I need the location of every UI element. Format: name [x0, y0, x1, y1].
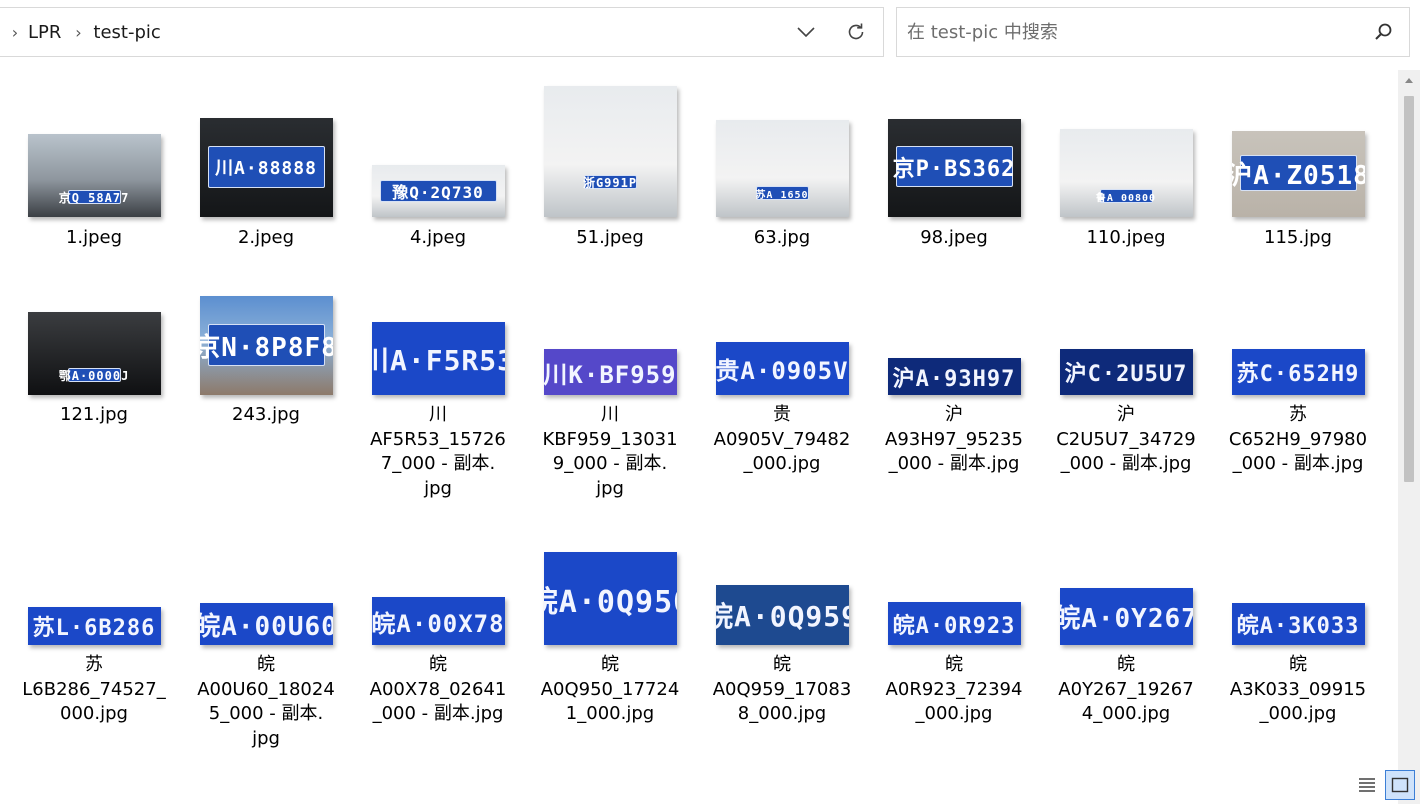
- chevron-right-icon[interactable]: ›: [8, 23, 22, 42]
- file-thumbnail: 皖A·00U60: [199, 603, 333, 645]
- file-name: 皖 A00X78_02641 _000 - 副本.jpg: [369, 654, 507, 724]
- search-button[interactable]: [1371, 20, 1395, 44]
- breadcrumb-item-lpr[interactable]: LPR: [28, 22, 61, 43]
- plate-text: 皖A·0Y267: [1059, 604, 1193, 634]
- vertical-scrollbar[interactable]: [1398, 70, 1420, 804]
- address-bar[interactable]: › LPR › test-pic: [0, 7, 884, 57]
- file-thumbnail: 皖A·0Y267: [1059, 588, 1193, 645]
- file-item[interactable]: 皖A·0Q950 皖 A0Q950_17724 1_000.jpg: [526, 70, 694, 804]
- chevron-right-icon[interactable]: ›: [71, 23, 85, 42]
- search-icon: [1375, 23, 1392, 40]
- file-thumbnail: 皖A·0Q950: [543, 552, 677, 645]
- plate-text: 皖A·0Q959: [715, 600, 849, 633]
- file-thumbnail: 皖A·00X78: [371, 597, 505, 645]
- scrollbar-thumb[interactable]: [1404, 96, 1414, 482]
- list-view-icon: [1359, 778, 1375, 792]
- file-explorer-window: › LPR › test-pic 京Q 58A771.jpeg川A·888882…: [0, 0, 1420, 804]
- plate-text: 皖A·0R923: [892, 613, 1016, 639]
- file-name: 苏 L6B286_74527_ 000.jpg: [22, 654, 166, 724]
- file-item[interactable]: 皖A·00U60 皖 A00U60_18024 5_000 - 副本. jpg: [182, 70, 350, 804]
- thumbnail-frame: 皖A·0Q950: [526, 70, 694, 645]
- file-thumbnail: 皖A·0R923: [887, 602, 1021, 645]
- file-name: 皖 A0Q959_17083 8_000.jpg: [712, 654, 852, 724]
- plate-text: 苏L·6B286: [32, 616, 156, 641]
- file-name: 皖 A3K033_09915 _000.jpg: [1229, 654, 1367, 724]
- file-item[interactable]: 皖A·0R923 皖 A0R923_72394 _000.jpg: [870, 70, 1038, 804]
- file-item[interactable]: 苏L·6B286 苏 L6B286_74527_ 000.jpg: [10, 70, 178, 804]
- refresh-icon: [848, 23, 864, 40]
- breadcrumb-item-test-pic[interactable]: test-pic: [93, 22, 160, 43]
- thumbnail-frame: 皖A·0Q959: [698, 70, 866, 645]
- search-box: [896, 7, 1410, 57]
- file-thumbnail: 苏L·6B286: [27, 607, 161, 645]
- plate-text: 皖A·00U60: [199, 611, 333, 642]
- thumbnail-frame: 皖A·0R923: [870, 70, 1038, 645]
- details-view-button[interactable]: [1352, 770, 1382, 800]
- file-grid: 京Q 58A77 1.jpeg 川A·88888 2.jpeg 豫Q·2Q730 4.jp…: [10, 70, 1386, 804]
- thumbnail-frame: 皖A·00U60: [182, 70, 350, 645]
- thumbnail-view-icon: [1391, 777, 1409, 793]
- large-icons-view-button[interactable]: [1385, 770, 1415, 800]
- search-input[interactable]: [907, 18, 1357, 46]
- file-item[interactable]: 皖A·0Y267 皖 A0Y267_19267 4_000.jpg: [1042, 70, 1210, 804]
- file-thumbnail: 皖A·3K033: [1231, 603, 1365, 645]
- thumbnail-frame: 皖A·00X78: [354, 70, 522, 645]
- file-item[interactable]: 皖A·00X78 皖 A00X78_02641 _000 - 副本.jpg: [354, 70, 522, 804]
- plate-text: 皖A·0Q950: [544, 584, 677, 620]
- refresh-button[interactable]: [836, 8, 876, 56]
- file-item[interactable]: 皖A·3K033 皖 A3K033_09915 _000.jpg: [1214, 70, 1382, 804]
- thumbnail-frame: 苏L·6B286: [10, 70, 178, 645]
- file-name: 皖 A0R923_72394 _000.jpg: [885, 654, 1023, 724]
- chevron-down-icon: [797, 27, 815, 37]
- thumbnail-frame: 皖A·0Y267: [1042, 70, 1210, 645]
- history-dropdown-button[interactable]: [786, 8, 826, 56]
- file-thumbnail: 皖A·0Q959: [715, 585, 849, 645]
- scroll-up-icon[interactable]: [1404, 76, 1414, 86]
- file-name: 皖 A0Q950_17724 1_000.jpg: [540, 654, 680, 724]
- file-item[interactable]: 皖A·0Q959 皖 A0Q959_17083 8_000.jpg: [698, 70, 866, 804]
- plate-text: 皖A·00X78: [371, 609, 505, 638]
- plate-text: 皖A·3K033: [1236, 614, 1360, 639]
- file-name: 皖 A0Y267_19267 4_000.jpg: [1058, 654, 1194, 724]
- thumbnail-frame: 皖A·3K033: [1214, 70, 1382, 645]
- file-name: 皖 A00U60_18024 5_000 - 副本. jpg: [197, 654, 335, 749]
- breadcrumb: › LPR › test-pic: [8, 8, 161, 56]
